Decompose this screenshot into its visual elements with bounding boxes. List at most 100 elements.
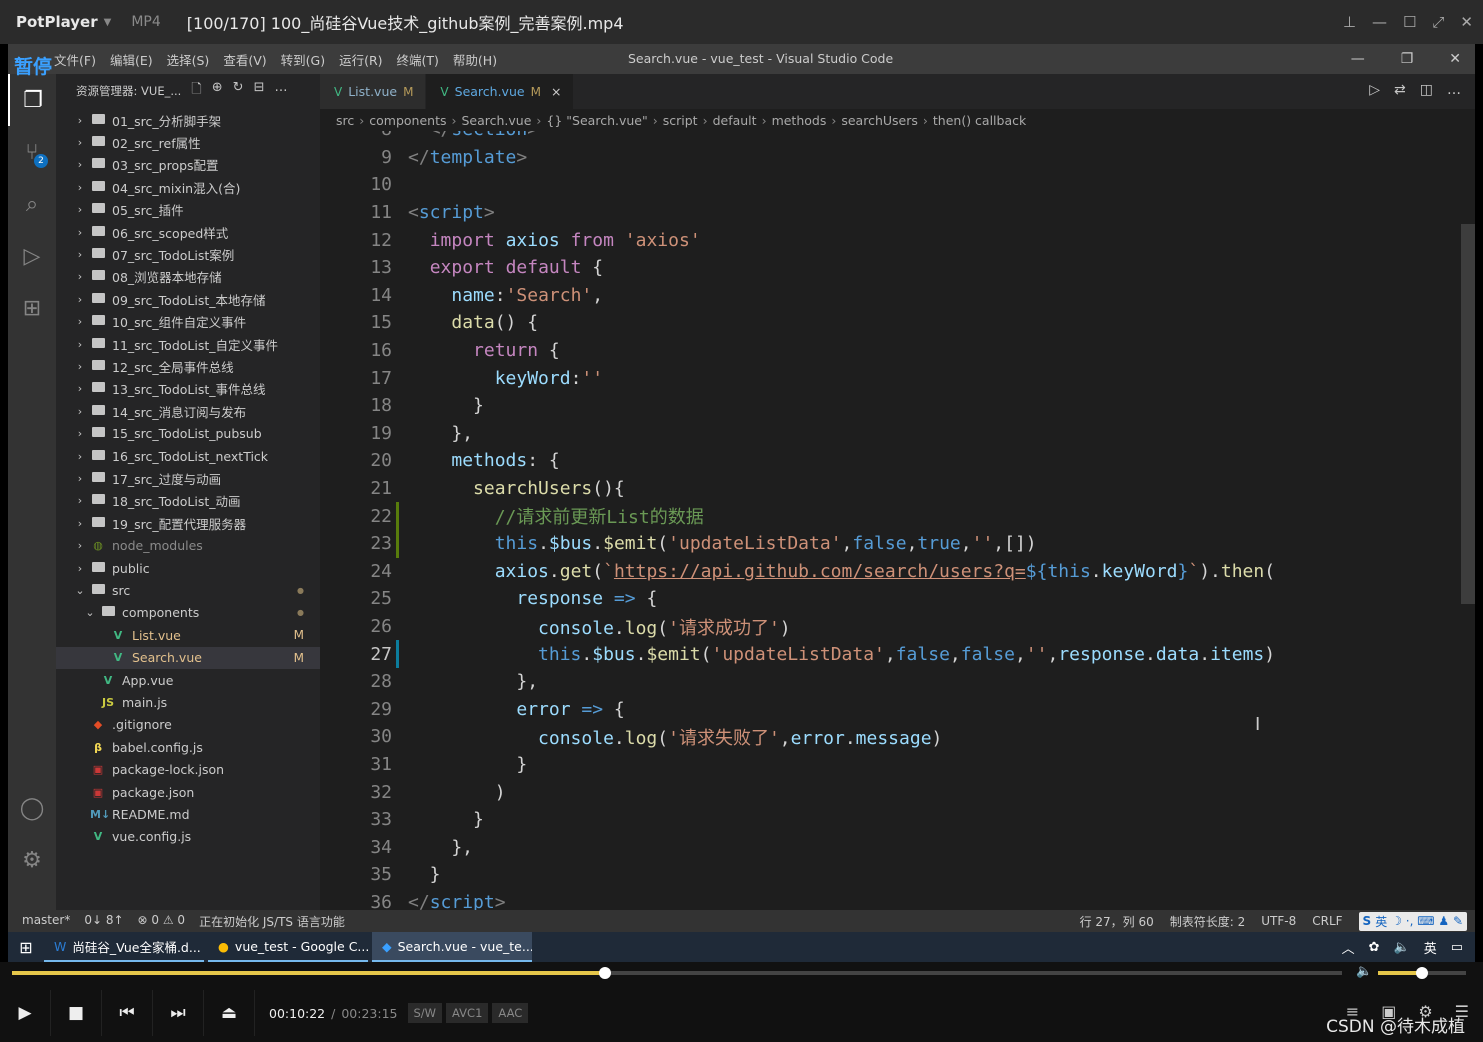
taskbar-item[interactable]: ◆ Search.vue - vue_te...: [372, 932, 532, 962]
refresh-icon[interactable]: ↻: [233, 80, 244, 102]
more-icon[interactable]: …: [274, 80, 287, 102]
minimize-icon[interactable]: —: [1351, 51, 1365, 67]
menu-item[interactable]: 运行(R): [339, 50, 382, 69]
tree-item[interactable]: › 04_src_mixin混入(合): [56, 176, 320, 198]
split-editor-icon[interactable]: ◫: [1420, 82, 1433, 98]
tree-item[interactable]: › ◍ node_modules: [56, 535, 320, 557]
tree-item[interactable]: › 09_src_TodoList_本地存储: [56, 288, 320, 310]
stop-icon[interactable]: ■: [51, 990, 102, 1036]
breadcrumb-item[interactable]: {} "Search.vue": [546, 113, 647, 128]
new-file-icon[interactable]: 🗋: [191, 80, 201, 102]
editor-scrollbar[interactable]: [1461, 224, 1475, 604]
more-icon[interactable]: …: [1447, 82, 1461, 98]
previous-icon[interactable]: ⏮: [102, 990, 153, 1036]
tree-item[interactable]: › 19_src_配置代理服务器: [56, 512, 320, 534]
tree-item[interactable]: ⌄ src ●: [56, 579, 320, 601]
account-icon[interactable]: ◯: [8, 796, 56, 821]
breadcrumb-item[interactable]: src: [336, 113, 354, 128]
menu-item[interactable]: 编辑(E): [110, 50, 153, 69]
tree-item[interactable]: › 17_src_过度与动画: [56, 467, 320, 489]
editor-tab[interactable]: V Search.vue M ×: [426, 74, 575, 109]
tray-app-icon[interactable]: ✿: [1369, 940, 1380, 955]
breadcrumb-item[interactable]: methods: [772, 113, 827, 128]
code-editor[interactable]: 8 </section>9</template>1011<script>12 i…: [320, 131, 1460, 910]
tree-item[interactable]: ◆ .gitignore: [56, 714, 320, 736]
menu-item[interactable]: 帮助(H): [453, 50, 497, 69]
tree-item[interactable]: ⌄ components ●: [56, 602, 320, 624]
potplayer-logo[interactable]: PotPlayer: [0, 13, 98, 31]
tree-item[interactable]: › 01_src_分析脚手架: [56, 109, 320, 131]
taskbar-item[interactable]: W 尚硅谷_Vue全家桶.d...: [44, 932, 204, 962]
maximize-icon[interactable]: ☐: [1403, 13, 1416, 31]
new-folder-icon[interactable]: ⊕: [212, 80, 223, 102]
cursor-position[interactable]: 行 27，列 60: [1080, 913, 1154, 930]
volume-slider[interactable]: [1378, 967, 1466, 979]
editor-tab[interactable]: V List.vue M: [320, 74, 427, 109]
volume-icon[interactable]: 🔈: [1356, 964, 1372, 979]
tree-item[interactable]: › 13_src_TodoList_事件总线: [56, 378, 320, 400]
notification-icon[interactable]: ▭: [1451, 940, 1463, 955]
menu-item[interactable]: 选择(S): [167, 50, 210, 69]
tree-item[interactable]: › 15_src_TodoList_pubsub: [56, 423, 320, 445]
tree-item[interactable]: ▣ package.json: [56, 781, 320, 803]
tree-item[interactable]: › 18_src_TodoList_动画: [56, 490, 320, 512]
tree-item[interactable]: › 12_src_全局事件总线: [56, 355, 320, 377]
close-icon[interactable]: ✕: [1460, 13, 1473, 31]
problems-status[interactable]: ⊗ 0 ⚠ 0: [138, 913, 186, 930]
branch-status[interactable]: master*: [22, 913, 70, 930]
tree-item[interactable]: JS main.js: [56, 691, 320, 713]
breadcrumb-item[interactable]: Search.vue: [461, 113, 531, 128]
search-icon[interactable]: ⌕: [8, 178, 56, 230]
pin-icon[interactable]: ⊥: [1343, 13, 1356, 31]
minimize-icon[interactable]: —: [1372, 13, 1387, 31]
eject-icon[interactable]: ⏏: [204, 990, 255, 1036]
collapse-icon[interactable]: ⊟: [254, 80, 265, 102]
run-debug-icon[interactable]: ▷: [8, 230, 56, 282]
source-control-icon[interactable]: ⑂ 2: [8, 126, 56, 178]
tree-item[interactable]: › 14_src_消息订阅与发布: [56, 400, 320, 422]
tree-item[interactable]: › 07_src_TodoList案例: [56, 243, 320, 265]
tree-item[interactable]: › 02_src_ref属性: [56, 131, 320, 153]
encoding[interactable]: UTF-8: [1261, 914, 1296, 928]
extensions-icon[interactable]: ⊞: [8, 282, 56, 334]
tree-item[interactable]: V List.vue M: [56, 624, 320, 646]
eol[interactable]: CRLF: [1312, 914, 1342, 928]
windows-start-icon[interactable]: ⊞: [8, 938, 44, 957]
menu-item[interactable]: 转到(G): [281, 50, 325, 69]
gear-icon[interactable]: ⚙: [8, 848, 56, 873]
sync-status[interactable]: 0↓ 8↑: [84, 913, 123, 930]
tree-item[interactable]: M↓ README.md: [56, 803, 320, 825]
tree-item[interactable]: ▣ package-lock.json: [56, 759, 320, 781]
tab-size[interactable]: 制表符长度: 2: [1170, 913, 1246, 930]
tree-item[interactable]: › 05_src_插件: [56, 199, 320, 221]
volume-handle[interactable]: [1416, 967, 1428, 979]
tree-item[interactable]: V App.vue: [56, 669, 320, 691]
breadcrumb-item[interactable]: default: [713, 113, 757, 128]
tree-item[interactable]: › 06_src_scoped样式: [56, 221, 320, 243]
close-icon[interactable]: ✕: [1449, 51, 1461, 67]
restore-icon[interactable]: ❐: [1401, 51, 1414, 67]
explorer-icon[interactable]: ❐: [8, 74, 56, 126]
breadcrumb-item[interactable]: then() callback: [933, 113, 1026, 128]
close-icon[interactable]: ×: [551, 84, 561, 99]
breadcrumb-item[interactable]: searchUsers: [841, 113, 918, 128]
run-icon[interactable]: ▷: [1369, 82, 1380, 98]
seek-handle[interactable]: [599, 967, 612, 979]
play-icon[interactable]: ▶: [0, 990, 51, 1036]
tree-item[interactable]: › public: [56, 557, 320, 579]
next-icon[interactable]: ⏭: [153, 990, 204, 1036]
chevron-up-icon[interactable]: ︿: [1342, 938, 1355, 957]
menu-item[interactable]: 终端(T): [397, 50, 439, 69]
volume-icon[interactable]: 🔈: [1394, 940, 1410, 955]
tree-item[interactable]: β babel.config.js: [56, 736, 320, 758]
tree-item[interactable]: › 16_src_TodoList_nextTick: [56, 445, 320, 467]
breadcrumb-item[interactable]: script: [663, 113, 698, 128]
taskbar-item[interactable]: ● vue_test - Google C...: [208, 932, 368, 962]
menu-item[interactable]: 查看(V): [223, 50, 266, 69]
compare-icon[interactable]: ⇄: [1394, 82, 1406, 98]
tree-item[interactable]: › 10_src_组件自定义事件: [56, 311, 320, 333]
tree-item[interactable]: › 11_src_TodoList_自定义事件: [56, 333, 320, 355]
tree-item[interactable]: › 03_src_props配置: [56, 154, 320, 176]
fullscreen-icon[interactable]: ⤢: [1432, 13, 1444, 31]
ime-toolbar[interactable]: S 英 ☽ ·, ⌨ ♟ ✎: [1358, 911, 1467, 931]
